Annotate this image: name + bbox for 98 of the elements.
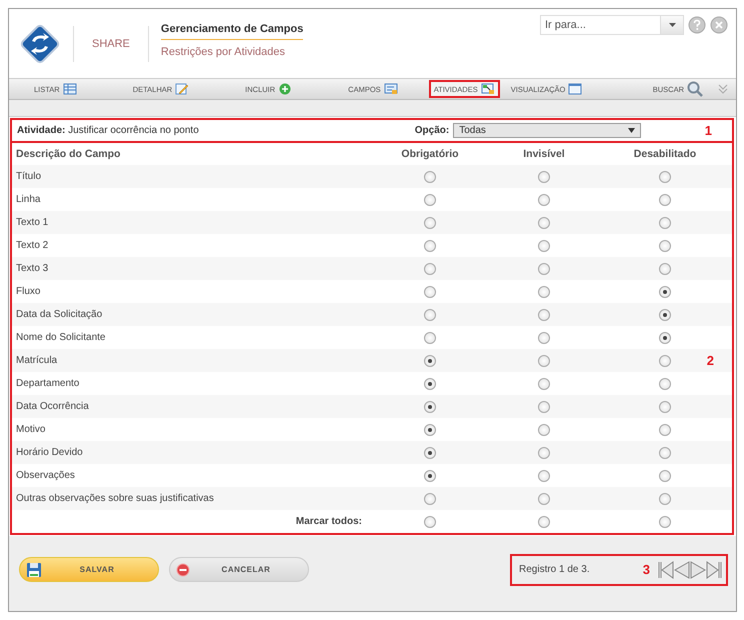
radio-button[interactable] <box>538 424 550 436</box>
save-button[interactable]: SALVAR <box>19 557 159 582</box>
mark-all-label: Marcar todos: <box>296 516 363 527</box>
minus-circle-icon <box>176 562 190 576</box>
radio-button[interactable] <box>659 308 671 320</box>
radio-button[interactable] <box>424 216 436 228</box>
field-name: Linha <box>15 194 42 205</box>
radio-button[interactable] <box>659 216 671 228</box>
radio-button[interactable] <box>659 470 671 482</box>
cancel-button[interactable]: CANCELAR <box>169 557 309 582</box>
help-icon[interactable] <box>688 16 706 34</box>
window-icon <box>568 83 582 95</box>
column-header: Descrição do Campo <box>15 148 120 160</box>
radio-button[interactable] <box>538 240 550 252</box>
radio-button[interactable] <box>424 308 436 320</box>
field-name: Texto 1 <box>15 217 50 228</box>
radio-button[interactable] <box>538 286 550 298</box>
field-name: Outras observações sobre suas justificativas <box>15 493 215 504</box>
radio-button[interactable] <box>424 492 436 504</box>
chevron-down-icon[interactable] <box>716 83 730 95</box>
radio-button[interactable] <box>424 470 436 482</box>
radio-button[interactable] <box>424 400 436 412</box>
field-name: Título <box>15 171 42 182</box>
field-name: Horário Devido <box>15 447 84 458</box>
radio-button[interactable] <box>538 516 550 528</box>
radio-button[interactable] <box>659 240 671 252</box>
radio-button[interactable] <box>424 286 436 298</box>
previous-page-icon[interactable] <box>674 560 690 578</box>
radio-button[interactable] <box>424 424 436 436</box>
radio-button[interactable] <box>538 216 550 228</box>
search-icon <box>687 81 703 97</box>
field-name: Nome do Solicitante <box>15 332 106 343</box>
field-name: Matrícula <box>15 355 58 366</box>
radio-button[interactable] <box>424 194 436 206</box>
annotation-number: 2 <box>706 353 714 368</box>
radio-button[interactable] <box>659 194 671 206</box>
radio-button[interactable] <box>424 240 436 252</box>
radio-button[interactable] <box>424 262 436 274</box>
field-name: Texto 2 <box>15 240 50 251</box>
radio-button[interactable] <box>538 378 550 390</box>
field-name: Motivo <box>15 424 46 435</box>
radio-button[interactable] <box>538 492 550 504</box>
column-header: Invisível <box>523 148 565 160</box>
page-title: Gerenciamento de Campos <box>160 23 304 40</box>
radio-button[interactable] <box>538 262 550 274</box>
column-header: Obrigatório <box>401 148 459 160</box>
radio-button[interactable] <box>659 492 671 504</box>
radio-button[interactable] <box>538 170 550 182</box>
radio-button[interactable] <box>538 308 550 320</box>
radio-button[interactable] <box>424 446 436 458</box>
radio-button[interactable] <box>659 446 671 458</box>
table-icon <box>62 83 77 95</box>
close-icon[interactable] <box>710 16 728 34</box>
flow-lock-icon <box>480 83 495 95</box>
radio-button[interactable] <box>659 332 671 344</box>
field-name: Data da Solicitação <box>15 309 104 320</box>
radio-button[interactable] <box>538 332 550 344</box>
field-name: Departamento <box>15 378 80 389</box>
radio-button[interactable] <box>538 194 550 206</box>
radio-button[interactable] <box>659 516 671 528</box>
radio-button[interactable] <box>659 286 671 298</box>
radio-button[interactable] <box>538 446 550 458</box>
edit-icon <box>175 83 190 95</box>
add-icon <box>278 83 292 95</box>
radio-button[interactable] <box>659 354 671 366</box>
radio-button[interactable] <box>424 354 436 366</box>
radio-button[interactable] <box>424 516 436 528</box>
field-name: Texto 3 <box>15 263 50 274</box>
option-select[interactable]: Todas <box>453 123 642 138</box>
field-name: Fluxo <box>15 286 42 297</box>
column-header: Desabilitado <box>634 148 696 160</box>
form-lock-icon <box>384 83 398 95</box>
option-label: Opção: <box>414 125 450 136</box>
radio-button[interactable] <box>659 424 671 436</box>
next-page-icon[interactable] <box>690 560 706 578</box>
field-name: Data Ocorrência <box>15 401 90 412</box>
first-page-icon[interactable] <box>658 560 674 578</box>
radio-button[interactable] <box>424 378 436 390</box>
radio-button[interactable] <box>424 332 436 344</box>
activity-text: Atividade: Justificar ocorrência no ponto <box>17 125 199 136</box>
last-page-icon[interactable] <box>706 560 722 578</box>
radio-button[interactable] <box>659 400 671 412</box>
annotation-number: 1 <box>704 123 712 138</box>
field-name: Observações <box>15 470 76 481</box>
annotation-number: 3 <box>642 562 650 577</box>
page-subtitle: Restrições por Atividades <box>160 46 286 58</box>
record-counter: Registro 1 de 3. <box>519 564 590 575</box>
radio-button[interactable] <box>538 470 550 482</box>
goto-select[interactable]: Ir para... <box>540 15 684 35</box>
caret-icon <box>668 23 676 27</box>
radio-button[interactable] <box>659 170 671 182</box>
radio-button[interactable] <box>659 378 671 390</box>
radio-button[interactable] <box>538 354 550 366</box>
radio-button[interactable] <box>538 400 550 412</box>
radio-button[interactable] <box>424 170 436 182</box>
caret-icon <box>628 128 636 133</box>
radio-button[interactable] <box>659 262 671 274</box>
brand-name: SHARE <box>92 38 130 50</box>
